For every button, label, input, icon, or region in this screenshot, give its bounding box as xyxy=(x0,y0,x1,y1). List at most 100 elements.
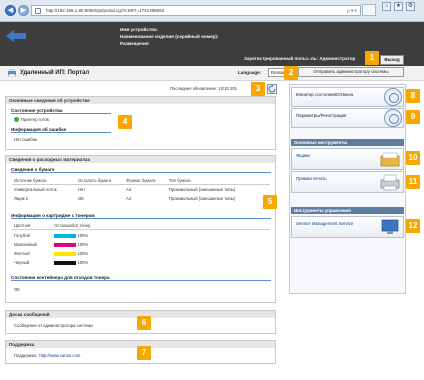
address-text: http://192.168.1.80:8000/rps/portal.cgi?… xyxy=(46,8,165,13)
callout-1: 1 xyxy=(365,51,379,65)
table-cell: Произвольный (смешанные типы) xyxy=(169,196,236,201)
toner-color-swatch xyxy=(54,251,76,256)
table-cell: A4 xyxy=(126,187,132,192)
page-icon xyxy=(35,8,41,14)
paper-info-title: Сведения о бумаге xyxy=(11,167,271,173)
last-update-text: Последнее обновление: 12/10 201 xyxy=(170,86,237,91)
table-cell: Ящик 1 xyxy=(14,196,29,201)
callout-4: 4 xyxy=(118,115,132,129)
refresh-icon xyxy=(268,85,276,93)
forward-button[interactable]: ▶ xyxy=(18,5,29,16)
printer-logo-icon xyxy=(7,69,17,78)
toner-bar: 100% xyxy=(54,260,88,266)
toner-name: Черный xyxy=(14,260,30,265)
direct-print-button[interactable]: Прямая печать xyxy=(291,171,404,193)
back-button[interactable]: ◀ xyxy=(5,5,16,16)
consumables-panel: Сведения о расходных материалах Сведения… xyxy=(5,155,276,303)
toner-value: 100% xyxy=(77,242,89,247)
service-mgmt-button[interactable]: Service Management Service xyxy=(291,216,404,238)
mgmt-tools-header: Инструменты управления xyxy=(291,207,404,214)
waste-toner-title: Состояние контейнера для отходов тонера xyxy=(11,275,271,281)
refresh-button[interactable] xyxy=(267,84,277,94)
paper-col-source: Источник бумаги xyxy=(14,178,47,183)
divider xyxy=(12,184,270,185)
home-icon[interactable]: ⌂ xyxy=(382,2,391,11)
favorites-icon[interactable]: ★ xyxy=(394,2,403,11)
monitor-icon xyxy=(380,219,400,236)
product-name-label: Наименование изделия (серийный номер): xyxy=(120,34,219,39)
toner-name: Голубой xyxy=(14,233,30,238)
ready-status-icon xyxy=(14,117,19,122)
device-info-panel: Основные сведения об устройстве Состояни… xyxy=(5,96,276,150)
callout-12: 12 xyxy=(406,219,420,233)
device-header: Имя устройства: Наименование изделия (се… xyxy=(0,22,424,66)
status-monitor-label: Монитор состояния/Отмена xyxy=(296,92,353,97)
toner-value: 100% xyxy=(77,260,89,265)
logged-user-text: Зарегистрированный польз.-ль: Администра… xyxy=(244,56,356,61)
toner-info-title: Информация о картридже с тонером xyxy=(11,213,271,219)
table-cell: Произвольный (смешанные типы) xyxy=(169,187,236,192)
settings-button[interactable]: Параметры/Регистрация xyxy=(291,108,404,128)
toner-name: Малиновый xyxy=(14,242,37,247)
logout-button[interactable]: Выход xyxy=(380,55,404,65)
callout-5: 5 xyxy=(263,195,277,209)
monitor-eye-icon xyxy=(384,88,402,106)
page-title: Удаленный ИП: Портал xyxy=(20,70,90,76)
toner-bar: 100% xyxy=(54,251,88,257)
paper-col-size: Формат бумаги xyxy=(126,178,156,183)
toner-name: Желтый xyxy=(14,251,30,256)
callout-6: 6 xyxy=(137,316,151,330)
message-board-text: Сообщение от администратора системы xyxy=(14,323,94,328)
location-label: Размещение: xyxy=(120,41,150,46)
toner-color-swatch xyxy=(54,242,76,247)
back-arrow-icon: ◀ xyxy=(7,7,14,14)
toner-bar: 100% xyxy=(54,242,88,248)
basic-tools-header: Основные инструменты xyxy=(291,139,404,146)
printer-icon xyxy=(380,174,400,191)
settings-label: Параметры/Регистрация xyxy=(296,113,347,118)
browser-tab[interactable] xyxy=(362,4,376,16)
table-cell: Нет xyxy=(78,187,86,192)
device-status-title: Состояние устройства xyxy=(11,108,111,114)
status-monitor-button[interactable]: Монитор состояния/Отмена xyxy=(291,87,404,107)
callout-11: 11 xyxy=(406,175,420,189)
callout-10: 10 xyxy=(406,151,420,165)
address-bar[interactable]: http://192.168.1.80:8000/rps/portal.cgi?… xyxy=(31,5,361,16)
support-link[interactable]: http://www.canon.com xyxy=(39,353,80,358)
send-to-admin-button[interactable]: Отправить администратору системы xyxy=(298,67,404,77)
search-icon[interactable]: ρ ▾ ¢ xyxy=(347,6,357,15)
service-mgmt-label: Service Management Service xyxy=(296,221,354,226)
toner-color-swatch xyxy=(54,260,76,265)
device-name-label: Имя устройства: xyxy=(120,27,158,32)
paper-col-type: Тип бумаги xyxy=(169,178,191,183)
device-info-header: Основные сведения об устройстве xyxy=(6,97,275,104)
table-cell: A4 xyxy=(126,196,132,201)
divider xyxy=(12,229,270,230)
toner-value: 100% xyxy=(77,233,89,238)
toner-color-swatch xyxy=(54,233,76,238)
waste-toner-value: OK xyxy=(14,287,21,292)
back-arrow-graphic-icon xyxy=(6,30,26,42)
paper-col-remaining: Осталось бумаги xyxy=(78,178,112,183)
inbox-folder-icon xyxy=(380,151,400,168)
toner-bar: 100% xyxy=(54,233,88,239)
error-info-value: Нет ошибок. xyxy=(14,137,39,142)
consumables-header: Сведения о расходных материалах xyxy=(6,156,275,163)
callout-8: 8 xyxy=(406,89,420,103)
gear-icon[interactable]: ⚙ xyxy=(406,2,415,11)
inbox-label: Ящики xyxy=(296,153,310,158)
support-label: Поддержка xyxy=(14,353,36,358)
forward-arrow-icon: ▶ xyxy=(20,7,27,14)
callout-3: 3 xyxy=(251,82,265,96)
toner-col-color: Цветной xyxy=(14,223,31,228)
support-line: Поддержка: http://www.canon.com xyxy=(14,353,81,358)
callout-9: 9 xyxy=(406,110,420,124)
table-cell: OK xyxy=(78,196,85,201)
device-status-value: Принтер готов. xyxy=(21,117,50,122)
error-info-title: Информация об ошибке xyxy=(11,127,111,133)
toner-col-remaining: Оставшийся тонер xyxy=(54,223,91,228)
table-cell: Универсальный лоток xyxy=(14,187,57,192)
inbox-button[interactable]: Ящики xyxy=(291,148,404,170)
callout-7: 7 xyxy=(137,346,151,360)
settings-gear-icon xyxy=(384,109,402,127)
